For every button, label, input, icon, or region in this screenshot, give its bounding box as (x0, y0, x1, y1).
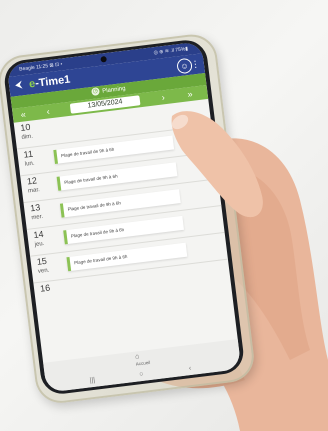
back-arrow-icon[interactable]: ⮜ (14, 78, 23, 93)
day-name: mer. (31, 213, 44, 222)
day-name: mar. (27, 187, 41, 195)
last-week-button[interactable]: » (187, 88, 193, 101)
previous-week-button[interactable]: ‹ (46, 105, 50, 117)
phone-screen: Beagle 11:25 ⊠ ⊡ • ◎ ⊕ ≋ .il 75%▮ ⮜ e-Ti… (6, 41, 242, 393)
photo: Beagle 11:25 ⊠ ⊡ • ◎ ⊕ ≋ .il 75%▮ ⮜ e-Ti… (0, 0, 328, 431)
day-name: jeu. (34, 240, 45, 249)
planning-title: Planning (102, 85, 126, 95)
home-label[interactable]: Accueil (130, 359, 157, 368)
app-logo-text: -Time1 (34, 73, 71, 90)
day-name: ven. (37, 267, 50, 275)
app-logo: e-Time1 (28, 73, 71, 92)
smartphone: Beagle 11:25 ⊠ ⊡ • ◎ ⊕ ≋ .il 75%▮ ⮜ e-Ti… (0, 31, 257, 406)
recent-apps-icon[interactable]: ||| (89, 376, 96, 387)
day-name: lun. (24, 160, 35, 168)
day-name: dim. (21, 133, 34, 141)
planning-clock-icon: ◷ (90, 87, 100, 97)
system-back-icon[interactable]: ‹ (188, 364, 192, 374)
first-week-button[interactable]: « (20, 108, 26, 121)
home-button-icon[interactable]: ○ (139, 370, 144, 380)
day-number: 16 (39, 282, 51, 294)
overflow-menu-icon[interactable]: ⋮ (190, 57, 201, 72)
planning-day-list: 10 dim. 11 lun. Plage de travail de 9h à… (13, 98, 239, 371)
next-week-button[interactable]: › (161, 91, 165, 103)
